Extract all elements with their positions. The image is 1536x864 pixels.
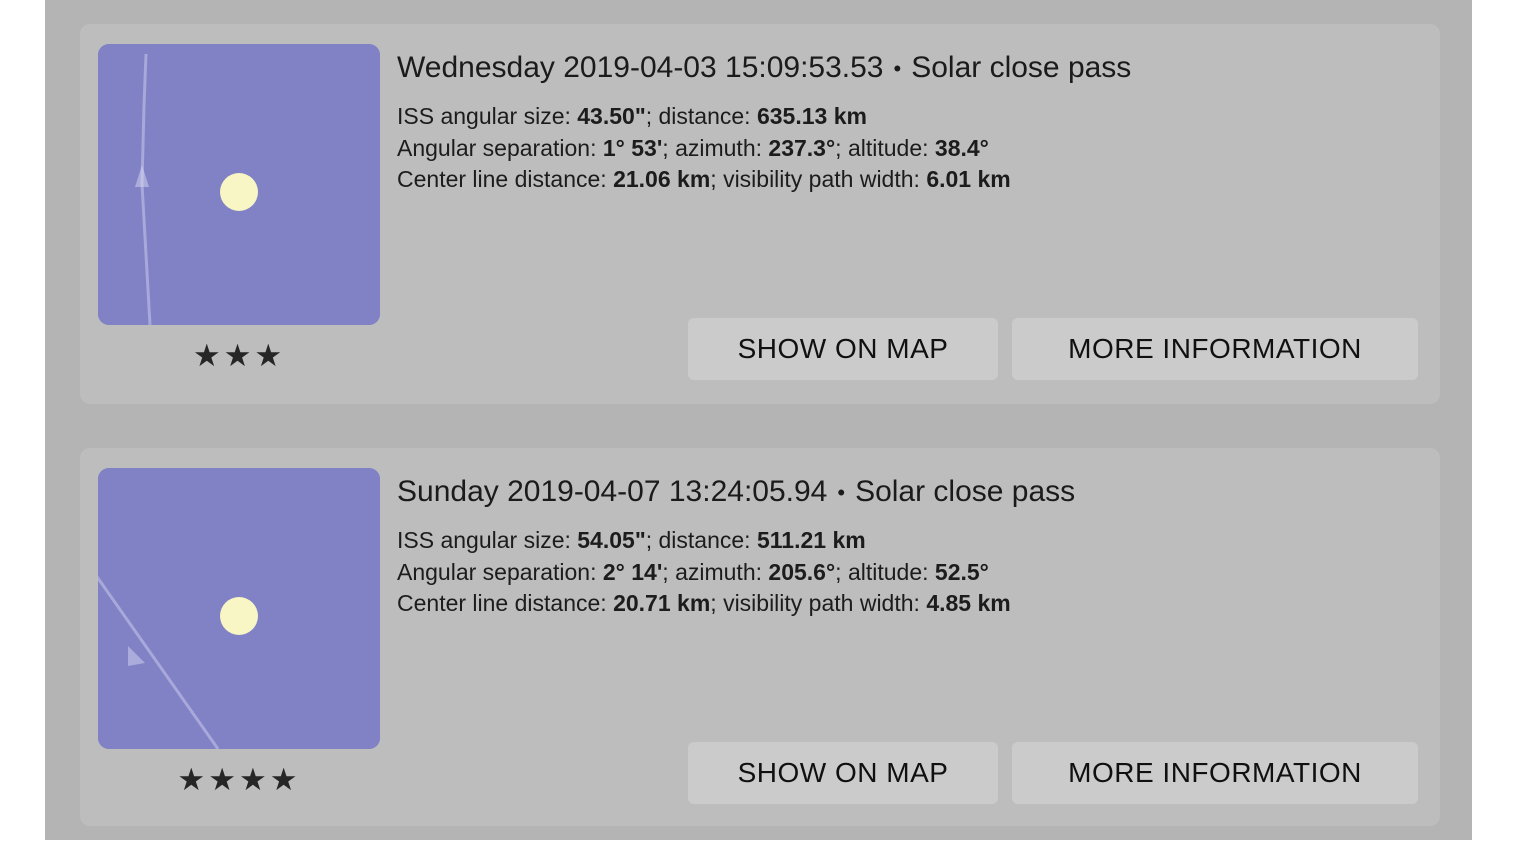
event-card[interactable]: ★★★★ Sunday 2019-04-07 13:24:05.94 • Solar… <box>80 448 1440 826</box>
detail-centerline-pathwidth: Center line distance: 21.06 km; visibili… <box>397 164 1420 196</box>
value-altitude: 52.5° <box>934 558 989 585</box>
more-information-button[interactable]: MORE INFORMATION <box>1012 318 1418 380</box>
label-azimuth: azimuth: <box>675 558 763 585</box>
value-iss-angular-size: 54.05" <box>577 527 646 554</box>
sep-semicolon: ; <box>710 590 717 617</box>
sep-semicolon: ; <box>645 527 653 554</box>
solar-close-pass-thumbnail-icon[interactable] <box>98 468 380 749</box>
label-center-line-distance: Center line distance: <box>397 166 607 193</box>
solar-close-pass-thumbnail-icon[interactable] <box>98 44 380 325</box>
detail-size-distance: ISS angular size: 43.50"; distance: 635.… <box>397 101 1420 133</box>
label-angular-separation: Angular separation: <box>397 134 597 161</box>
event-title: Wednesday 2019-04-03 15:09:53.53 • Solar c… <box>397 44 1420 88</box>
thumbnail-column: ★★★ <box>98 44 382 373</box>
sep-semicolon: ; <box>835 558 842 585</box>
detail-separation-azimuth-altitude: Angular separation: 1° 53'; azimuth: 237… <box>397 133 1420 165</box>
label-center-line-distance: Center line distance: <box>397 590 607 617</box>
label-visibility-path-width: visibility path width: <box>723 590 920 617</box>
thumbnail-column: ★★★★ <box>98 468 382 797</box>
value-azimuth: 205.6° <box>768 558 836 585</box>
detail-separation-azimuth-altitude: Angular separation: 2° 14'; azimuth: 205… <box>397 557 1420 589</box>
label-iss-angular-size: ISS angular size: <box>397 527 571 554</box>
sep-semicolon: ; <box>645 103 653 130</box>
detail-size-distance: ISS angular size: 54.05"; distance: 511.… <box>397 525 1420 557</box>
label-altitude: altitude: <box>847 558 929 585</box>
label-altitude: altitude: <box>847 134 929 161</box>
event-card[interactable]: ★★★ Wednesday 2019-04-03 15:09:53.53 • Sol… <box>80 24 1440 404</box>
value-distance: 511.21 km <box>756 527 866 554</box>
title-separator: • <box>837 480 846 506</box>
card-actions: SHOW ON MAP MORE INFORMATION <box>688 318 1418 380</box>
title-separator: • <box>893 56 902 82</box>
value-angular-separation: 1° 53' <box>602 134 663 161</box>
rating-stars: ★★★★ <box>177 762 301 798</box>
label-visibility-path-width: visibility path width: <box>723 166 920 193</box>
event-datetime: Wednesday 2019-04-03 15:09:53.53 <box>397 51 884 84</box>
event-info: Wednesday 2019-04-03 15:09:53.53 • Solar c… <box>397 44 1420 196</box>
event-title: Sunday 2019-04-07 13:24:05.94 • Solar clos… <box>397 468 1420 512</box>
value-center-line-distance: 21.06 km <box>613 166 711 193</box>
value-angular-separation: 2° 14' <box>602 558 663 585</box>
event-type: Solar close pass <box>911 51 1132 84</box>
sep-semicolon: ; <box>662 558 669 585</box>
more-information-button[interactable]: MORE INFORMATION <box>1012 742 1418 804</box>
event-type: Solar close pass <box>855 475 1076 508</box>
show-on-map-button[interactable]: SHOW ON MAP <box>688 318 998 380</box>
detail-centerline-pathwidth: Center line distance: 20.71 km; visibili… <box>397 588 1420 620</box>
sep-semicolon: ; <box>835 134 842 161</box>
label-distance: distance: <box>658 527 751 554</box>
label-distance: distance: <box>658 103 751 130</box>
event-list-panel: ★★★ Wednesday 2019-04-03 15:09:53.53 • Sol… <box>45 0 1472 840</box>
label-iss-angular-size: ISS angular size: <box>397 103 571 130</box>
rating-stars: ★★★ <box>192 338 286 374</box>
label-angular-separation: Angular separation: <box>397 558 597 585</box>
sep-semicolon: ; <box>662 134 669 161</box>
sep-semicolon: ; <box>710 166 717 193</box>
value-visibility-path-width: 6.01 km <box>926 166 1011 193</box>
event-datetime: Sunday 2019-04-07 13:24:05.94 <box>397 475 828 508</box>
value-visibility-path-width: 4.85 km <box>926 590 1011 617</box>
event-info: Sunday 2019-04-07 13:24:05.94 • Solar clos… <box>397 468 1420 620</box>
show-on-map-button[interactable]: SHOW ON MAP <box>688 742 998 804</box>
value-altitude: 38.4° <box>934 134 989 161</box>
label-azimuth: azimuth: <box>675 134 763 161</box>
value-azimuth: 237.3° <box>768 134 836 161</box>
value-iss-angular-size: 43.50" <box>577 103 646 130</box>
card-actions: SHOW ON MAP MORE INFORMATION <box>688 742 1418 804</box>
value-distance: 635.13 km <box>756 103 867 130</box>
value-center-line-distance: 20.71 km <box>613 590 711 617</box>
